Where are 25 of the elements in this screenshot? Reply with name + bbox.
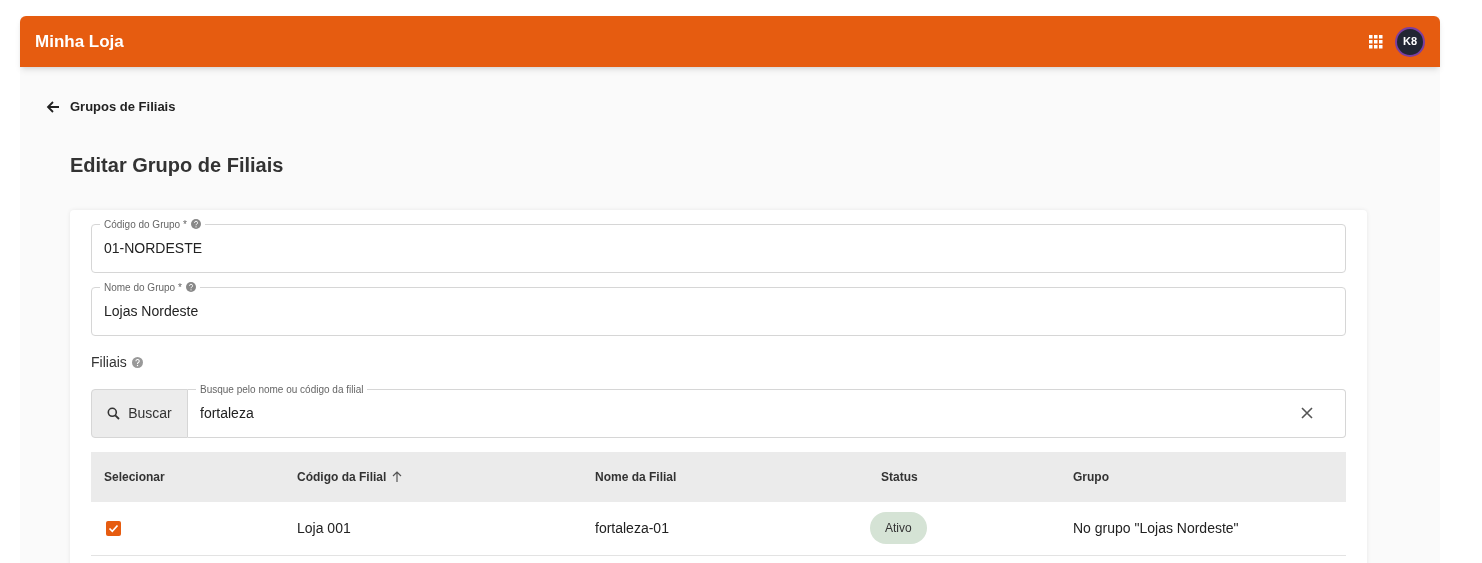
table-cell: fortaleza-01 <box>595 520 669 536</box>
checkbox[interactable] <box>106 520 121 536</box>
help-icon[interactable] <box>131 356 143 368</box>
column-header[interactable]: Status <box>881 467 918 486</box>
table-cell: No grupo "Lojas Nordeste" <box>1073 520 1239 536</box>
user-avatar[interactable]: K8 <box>1395 26 1425 57</box>
help-icon[interactable] <box>190 219 201 229</box>
column-header[interactable]: Grupo <box>1073 467 1109 486</box>
status-badge: Ativo <box>870 512 927 544</box>
apps-grid-icon[interactable] <box>1369 34 1383 49</box>
search-button[interactable]: Buscar <box>91 388 188 438</box>
table-cell: Loja 001 <box>297 520 351 536</box>
page-title: Editar Grupo de Filiais <box>70 152 285 178</box>
checkmark-icon <box>108 522 119 534</box>
app-title: Minha Loja <box>35 30 124 53</box>
column-header[interactable]: Código da Filial <box>297 467 387 486</box>
help-icon[interactable] <box>185 282 196 292</box>
section-label: Filiais <box>91 352 127 372</box>
column-header[interactable]: Nome da Filial <box>595 467 677 486</box>
back-link[interactable]: Grupos de Filiais <box>46 97 176 117</box>
search-icon <box>107 406 121 420</box>
column-header[interactable]: Selecionar <box>104 467 165 486</box>
back-arrow-icon <box>46 99 60 114</box>
sort-up-arrow-icon[interactable] <box>392 471 403 482</box>
clear-icon[interactable] <box>1301 407 1313 419</box>
